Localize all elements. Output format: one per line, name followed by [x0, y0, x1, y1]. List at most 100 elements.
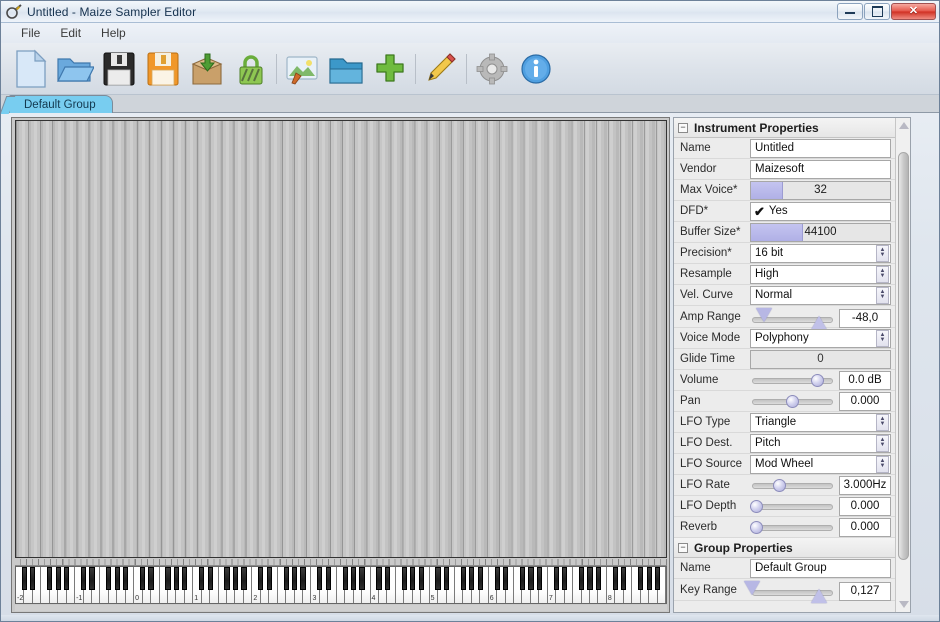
tab-default-group[interactable]: Default Group [9, 95, 113, 113]
slider-track-area[interactable] [750, 476, 835, 495]
section-expander-icon[interactable]: − [678, 122, 688, 133]
slider-knob[interactable] [773, 478, 787, 492]
value-bar[interactable]: 32 [750, 180, 891, 200]
slider-knob[interactable] [750, 499, 763, 513]
black-key[interactable] [351, 567, 357, 590]
section-expander-icon[interactable]: − [678, 542, 688, 553]
slider-track-area[interactable] [750, 392, 835, 411]
open-group-button[interactable] [324, 46, 368, 92]
properties-scrollbar[interactable] [895, 118, 910, 612]
black-key[interactable] [477, 567, 483, 590]
spinner-arrows-icon[interactable]: ▲ ▼ [876, 329, 889, 347]
black-key[interactable] [224, 567, 230, 590]
edit-button[interactable] [419, 46, 463, 92]
black-key[interactable] [646, 567, 652, 590]
range-value[interactable]: -48,0 [839, 308, 891, 328]
black-key[interactable] [182, 567, 188, 590]
black-key[interactable] [106, 567, 112, 590]
black-key[interactable] [140, 567, 146, 590]
text-input[interactable]: Untitled [750, 138, 891, 158]
black-key[interactable] [553, 567, 559, 590]
black-key[interactable] [587, 567, 593, 590]
save-as-button[interactable] [141, 46, 185, 92]
spinner-arrows-icon[interactable]: ▲ ▼ [876, 413, 889, 431]
black-key[interactable] [47, 567, 53, 590]
new-file-button[interactable] [9, 46, 53, 92]
black-key[interactable] [283, 567, 289, 590]
black-key[interactable] [435, 567, 441, 590]
black-key[interactable] [519, 567, 526, 590]
black-key[interactable] [325, 567, 331, 590]
menu-file[interactable]: File [11, 24, 50, 42]
black-key[interactable] [401, 567, 407, 590]
black-key[interactable] [89, 567, 95, 590]
range-high-handle[interactable] [810, 588, 827, 603]
black-key[interactable] [199, 567, 205, 590]
skin-editor-button[interactable] [280, 46, 324, 92]
black-key[interactable] [359, 567, 365, 590]
black-key[interactable] [578, 567, 585, 590]
black-key[interactable] [654, 567, 661, 590]
black-key[interactable] [562, 567, 568, 590]
slider-track-area[interactable] [750, 497, 835, 516]
black-key[interactable] [232, 567, 239, 590]
save-button[interactable] [97, 46, 141, 92]
slider-knob[interactable] [811, 373, 825, 387]
spinner-arrows-icon[interactable]: ▲ ▼ [876, 244, 889, 262]
black-key[interactable] [418, 567, 424, 590]
slider-knob[interactable] [750, 520, 763, 534]
close-button[interactable]: ✕ [891, 3, 936, 20]
value-bar[interactable]: 44100 [750, 222, 891, 242]
piano-keyboard[interactable]: -2 -1 0 1 2 3 4 5 6 7 8 [15, 566, 667, 604]
dropdown-select[interactable]: Triangle ▲ ▼ [750, 412, 891, 432]
dropdown-select[interactable]: Normal ▲ ▼ [750, 285, 891, 305]
black-key[interactable] [64, 567, 70, 590]
black-key[interactable] [460, 567, 466, 590]
range-slider[interactable] [750, 307, 835, 330]
spinner-arrows-icon[interactable]: ▲ ▼ [876, 455, 889, 473]
black-key[interactable] [621, 567, 627, 590]
scroll-up-arrow-icon[interactable] [896, 118, 910, 133]
dropdown-select[interactable]: High ▲ ▼ [750, 264, 891, 284]
black-key[interactable] [207, 567, 213, 590]
slider-knob[interactable] [786, 394, 799, 408]
export-button[interactable] [185, 46, 229, 92]
black-key[interactable] [123, 567, 129, 590]
slider-value[interactable]: 3.000Hz [839, 475, 891, 495]
black-key[interactable] [469, 567, 475, 590]
slider-value[interactable]: 0.000 [839, 391, 891, 411]
black-key[interactable] [148, 567, 154, 590]
checkbox-field[interactable]: ✔ Yes [750, 201, 891, 221]
slider-value[interactable]: 0.000 [839, 496, 891, 516]
spinner-arrows-icon[interactable]: ▲ ▼ [876, 265, 889, 283]
open-file-button[interactable] [53, 46, 97, 92]
dropdown-select[interactable]: Pitch ▲ ▼ [750, 433, 891, 453]
black-key[interactable] [173, 567, 179, 590]
black-key[interactable] [410, 567, 416, 590]
dropdown-select[interactable]: 16 bit ▲ ▼ [750, 243, 891, 263]
black-key[interactable] [114, 567, 120, 590]
black-key[interactable] [21, 567, 28, 590]
black-key[interactable] [30, 567, 36, 590]
black-key[interactable] [165, 567, 171, 590]
slider-track-area[interactable] [750, 371, 835, 390]
black-key[interactable] [300, 567, 306, 590]
scrollbar-thumb[interactable] [898, 151, 909, 560]
black-key[interactable] [494, 567, 500, 590]
menu-help[interactable]: Help [91, 24, 136, 42]
scroll-down-arrow-icon[interactable] [896, 597, 910, 612]
black-key[interactable] [502, 567, 509, 590]
text-input[interactable]: Default Group [750, 558, 891, 578]
black-key[interactable] [443, 567, 450, 590]
black-key[interactable] [317, 567, 323, 590]
black-key[interactable] [266, 567, 272, 590]
range-value[interactable]: 0,127 [839, 581, 891, 601]
black-key[interactable] [595, 567, 602, 590]
black-key[interactable] [258, 567, 264, 590]
black-key[interactable] [612, 567, 618, 590]
about-button[interactable] [514, 46, 558, 92]
black-key[interactable] [241, 567, 247, 590]
protect-button[interactable] [229, 46, 273, 92]
black-key[interactable] [384, 567, 391, 590]
section-header[interactable]: − Instrument Properties [674, 118, 895, 138]
